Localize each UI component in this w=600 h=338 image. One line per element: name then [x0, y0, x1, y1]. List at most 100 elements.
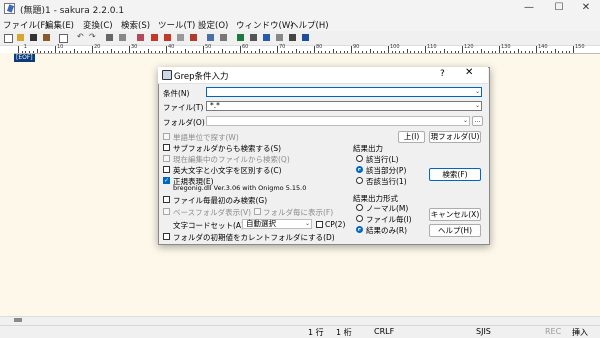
ruler-label: 1 [23, 44, 27, 50]
dialog-help-text-button[interactable]: ヘルプ(H) [429, 224, 481, 237]
horizontal-scrollbar[interactable] [0, 316, 600, 325]
minimize-button[interactable]: — [515, 0, 543, 17]
base-folder-checkbox[interactable] [163, 208, 170, 215]
grep-icon[interactable] [190, 34, 197, 41]
outline-icon[interactable] [220, 34, 227, 41]
find-next-icon[interactable] [164, 34, 171, 41]
status-encoding[interactable]: SJIS [476, 327, 491, 336]
menu-file[interactable]: ファイル(F) [3, 19, 49, 31]
find-icon[interactable] [137, 34, 144, 41]
open-folder-icon[interactable] [17, 34, 24, 41]
ruler-tick [117, 51, 119, 53]
ruler-tick [480, 49, 482, 53]
dialog-help-button[interactable]: ? [440, 69, 445, 79]
subfolder-checkbox[interactable] [163, 144, 170, 151]
menu-search[interactable]: 検索(S) [121, 19, 150, 31]
menu-settings[interactable]: 設定(O) [198, 19, 228, 31]
help-icon[interactable] [302, 34, 309, 41]
regex-checkbox[interactable]: ✓ [163, 177, 170, 184]
file-input[interactable]: *.* ⌄ [206, 101, 482, 111]
folder-browse-button[interactable]: ... [472, 116, 483, 126]
result-opt-0-radio[interactable] [356, 155, 363, 162]
case-checkbox[interactable] [163, 166, 170, 173]
dialog-close-button[interactable]: ✕ [465, 67, 473, 78]
ruler-tick [458, 51, 460, 53]
cancel-button[interactable]: キャンセル(X) [429, 208, 481, 221]
charset-select[interactable]: 自動選択 ⌄ [242, 219, 312, 229]
menu-help[interactable]: ヘルプ(H) [290, 19, 329, 31]
ruler-tick [339, 51, 341, 53]
ruler-tick [365, 51, 367, 53]
ruler-tick [413, 51, 415, 53]
ruler-tick [251, 51, 253, 53]
undo-icon[interactable]: ↶ [77, 33, 84, 41]
ruler-tick [499, 46, 500, 53]
macro-icon[interactable] [289, 34, 296, 41]
ruler-tick [62, 51, 64, 53]
find-prev-icon[interactable] [151, 34, 158, 41]
format-opt-1-radio[interactable] [356, 215, 363, 222]
ruler-tick [406, 49, 408, 53]
word-checkbox[interactable] [163, 133, 170, 140]
menu-edit[interactable]: 編集(E) [45, 19, 74, 31]
print-icon[interactable] [59, 34, 68, 43]
cp-checkbox[interactable] [316, 221, 323, 228]
menu-tools[interactable]: ツール(T) [158, 19, 195, 31]
format-opt-0-radio[interactable] [356, 204, 363, 211]
ruler-tick [450, 51, 452, 53]
save-all-icon[interactable] [43, 34, 50, 41]
ruler-tick [121, 51, 123, 53]
current-file-checkbox[interactable] [163, 155, 170, 162]
file-dropdown-icon[interactable]: ⌄ [475, 102, 480, 110]
compare-icon[interactable] [237, 34, 244, 41]
ruler-tick [469, 51, 471, 53]
folder-input[interactable]: ⌄ [206, 116, 470, 126]
ruler-tick [73, 49, 75, 53]
ruler-tick [143, 51, 145, 53]
result-opt-2-radio[interactable] [356, 177, 363, 184]
condition-dropdown-icon[interactable]: ⌄ [475, 88, 480, 96]
folder-dropdown-icon[interactable]: ⌄ [463, 117, 468, 125]
settings-icon[interactable] [263, 34, 270, 41]
ruler-tick [221, 49, 223, 53]
condition-input[interactable]: ⌄ [206, 87, 482, 97]
copy-icon[interactable] [119, 34, 126, 41]
maximize-button[interactable]: ☐ [545, 0, 573, 17]
ruler-tick [132, 51, 134, 53]
result-opt-1-radio[interactable] [356, 166, 363, 173]
ruler-tick [77, 51, 79, 53]
ruler-tick [473, 51, 475, 53]
tag-jump-icon[interactable] [207, 34, 214, 41]
cut-icon[interactable] [106, 34, 113, 41]
replace-icon[interactable] [177, 34, 184, 41]
set-current-checkbox[interactable] [163, 233, 170, 240]
menu-window[interactable]: ウィンドウ(W) [236, 19, 294, 31]
scrollbar-thumb[interactable] [14, 318, 22, 322]
current-folder-button[interactable]: 現フォルダ(U) [429, 131, 481, 143]
per-folder-checkbox[interactable] [254, 208, 261, 215]
up-button[interactable]: 上(I) [398, 131, 425, 143]
font-icon[interactable] [276, 34, 283, 41]
status-line: 1 行 [308, 328, 324, 337]
ruler-tick [258, 49, 260, 53]
ruler-tick [487, 51, 489, 53]
charset-label: 文字コードセット(A) [173, 221, 244, 230]
set-current-label: フォルダの初期値をカレントフォルダにする(D) [173, 233, 335, 242]
first-only-checkbox[interactable] [163, 196, 170, 203]
close-window-button[interactable]: ✕ [572, 0, 600, 17]
charset-dropdown-icon[interactable]: ⌄ [305, 220, 310, 228]
new-file-icon[interactable] [4, 34, 13, 43]
ruler-tick [506, 51, 508, 53]
condition-label: 条件(N) [163, 89, 190, 98]
ruler-tick [539, 51, 541, 53]
format-opt-2-radio[interactable] [356, 226, 363, 233]
search-button[interactable]: 検索(F) [429, 168, 481, 181]
menu-convert[interactable]: 変換(C) [83, 19, 113, 31]
redo-icon[interactable]: ↷ [89, 33, 96, 41]
window-icon[interactable] [250, 34, 257, 41]
per-folder-label: フォルダ毎に表示(F) [263, 208, 334, 217]
save-icon[interactable] [30, 34, 37, 41]
ruler-tick [262, 51, 264, 53]
status-eol[interactable]: CRLF [374, 327, 394, 336]
ruler-tick [173, 51, 175, 53]
